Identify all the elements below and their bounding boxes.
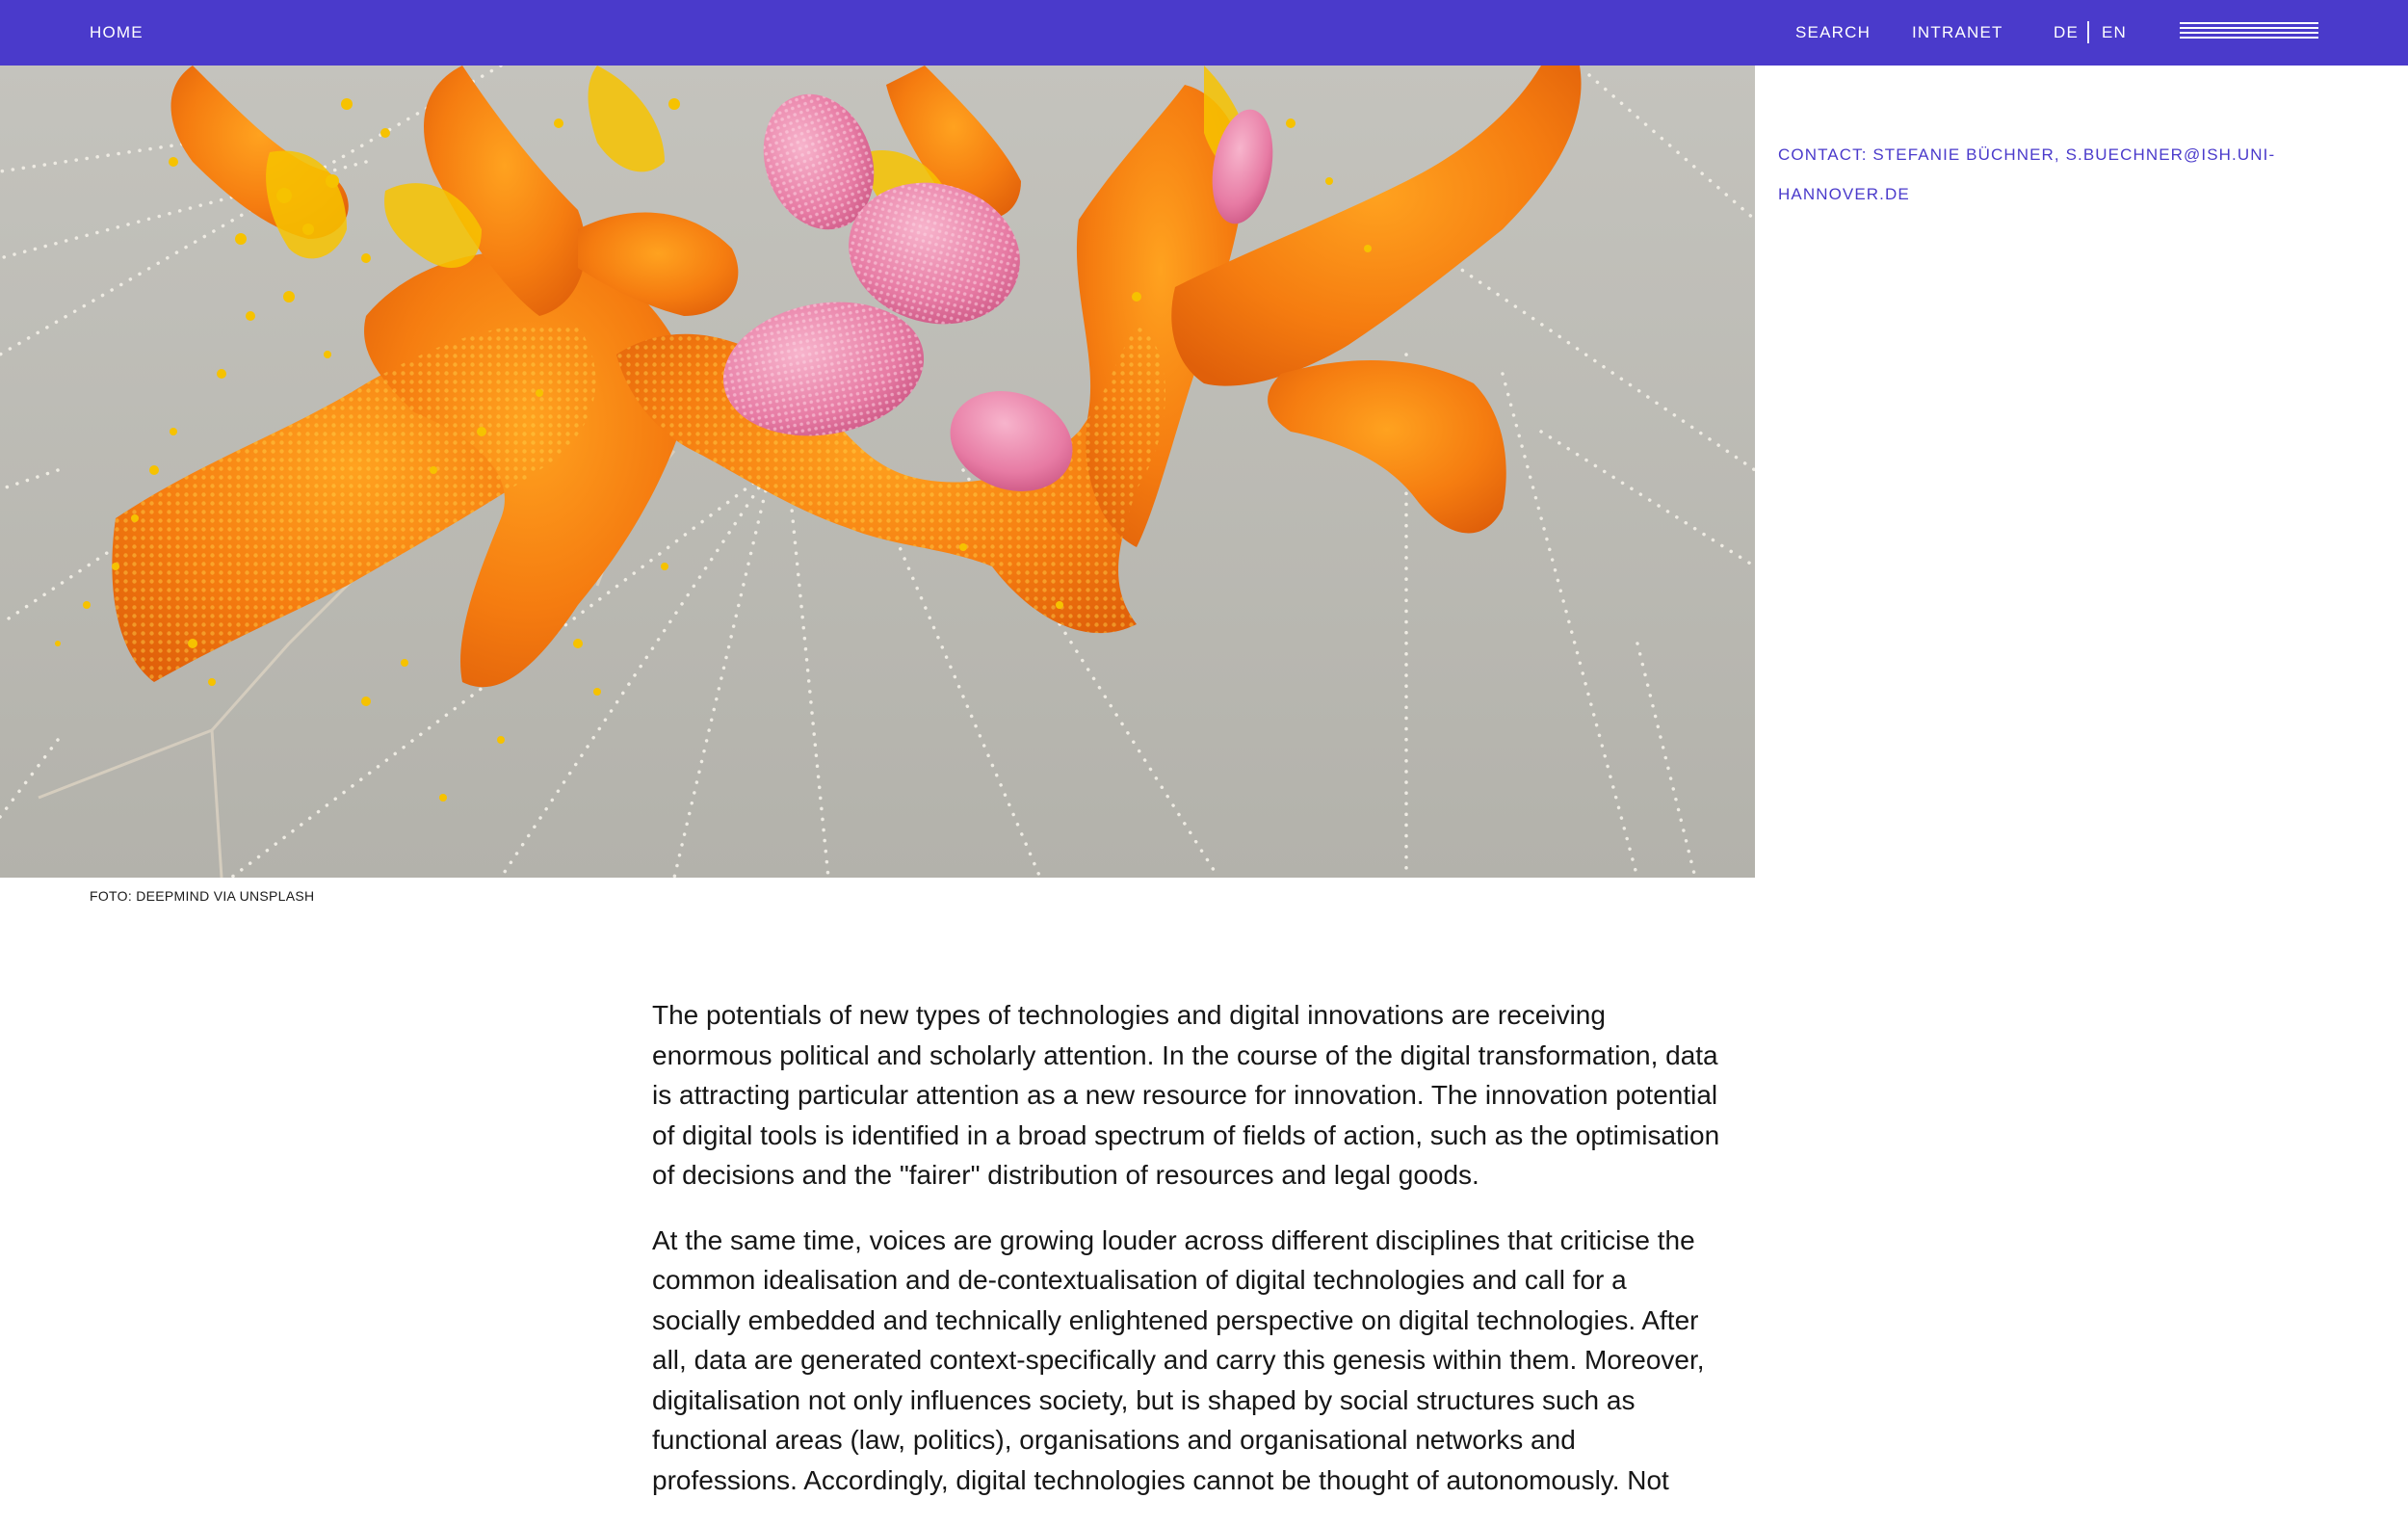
language-en-link[interactable]: EN xyxy=(2102,0,2127,66)
language-de-link[interactable]: DE xyxy=(2054,0,2079,66)
nav-intranet-link[interactable]: INTRANET xyxy=(1912,0,2003,66)
language-separator xyxy=(2087,21,2089,43)
hero-image xyxy=(0,66,1755,878)
image-caption: FOTO: DEEPMIND VIA UNSPLASH xyxy=(90,888,315,904)
article-paragraph: The potentials of new types of technolog… xyxy=(652,1000,1720,1190)
hamburger-menu-icon[interactable] xyxy=(2180,22,2318,43)
nav-home-link[interactable]: HOME xyxy=(90,0,144,66)
article-paragraph: At the same time, voices are growing lou… xyxy=(652,1224,1705,1495)
contact-link[interactable]: CONTACT: STEFANIE BÜCHNER, S.BUECHNER@IS… xyxy=(1778,135,2317,214)
nav-search-link[interactable]: SEARCH xyxy=(1795,0,1871,66)
article-body: The potentials of new types of technolog… xyxy=(652,995,1721,1525)
top-navigation-bar: HOME SEARCH INTRANET DE EN xyxy=(0,0,2408,66)
